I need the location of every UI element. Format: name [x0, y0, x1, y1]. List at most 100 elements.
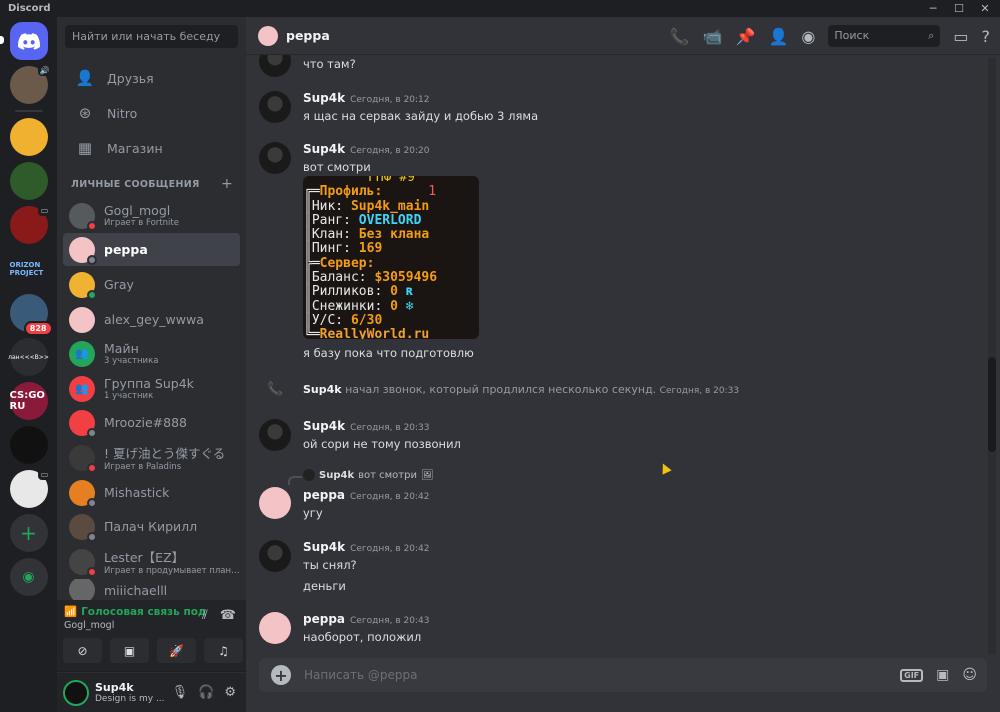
nav-nitro[interactable]: ⊛ Nitro — [65, 97, 239, 129]
inbox-icon[interactable]: ▭ — [953, 27, 968, 46]
avatar[interactable] — [259, 142, 291, 174]
game-line: Снежинки: — [311, 298, 391, 314]
help-icon[interactable]: ? — [982, 27, 991, 46]
microphone-icon[interactable]: 🎙 — [172, 685, 189, 700]
home-button[interactable] — [0, 22, 48, 60]
server-icon-10[interactable]: ▭ — [9, 468, 52, 508]
chat-scrollbar[interactable] — [988, 57, 996, 655]
avatar — [69, 444, 97, 473]
video-call-icon[interactable]: 📹 — [703, 27, 723, 46]
settings-gear-icon[interactable]: ⚙ — [224, 685, 236, 700]
find-conversation-button[interactable]: Найти или начать беседу — [65, 25, 238, 48]
dm-item-active[interactable]: peppa — [63, 233, 240, 266]
chat-avatar — [258, 25, 278, 46]
server-icon-3[interactable] — [9, 162, 48, 200]
disconnect-icon[interactable]: ☎ — [220, 608, 236, 623]
server-icon-6[interactable]: 828 — [9, 294, 53, 336]
create-dm-icon[interactable]: + — [221, 177, 233, 191]
dm-item[interactable]: Mishastick — [63, 476, 240, 509]
message-timestamp: Сегодня, в 20:43 — [350, 616, 430, 626]
camera-off-button[interactable]: ⊘ — [63, 638, 102, 663]
dm-group-item[interactable]: 👥 Майн 3 участника — [63, 337, 240, 370]
scrollbar-thumb[interactable] — [988, 357, 996, 452]
message-author[interactable]: Sup4k — [303, 91, 345, 105]
dm-item[interactable]: alex_gey_wwwa — [63, 303, 240, 336]
dm-item[interactable]: Палач Кирилл — [63, 510, 240, 543]
call-timestamp: Сегодня, в 20:33 — [659, 386, 740, 396]
game-line: Пинг: — [311, 241, 359, 257]
dm-name: Группа Sup4k — [104, 376, 194, 391]
avatar — [69, 236, 97, 265]
avatar[interactable] — [259, 487, 291, 519]
avatar[interactable] — [259, 540, 291, 572]
dm-section-header: ЛИЧНЫЕ СООБЩЕНИЯ + — [71, 177, 233, 191]
gif-picker-icon[interactable]: GIF — [900, 668, 924, 682]
dm-item[interactable]: miiichaelll — [63, 579, 240, 601]
upload-plus-icon[interactable]: + — [271, 665, 291, 685]
nav-shop[interactable]: ▦ Магазин — [65, 132, 239, 164]
message-author[interactable]: Sup4k — [303, 419, 345, 433]
headphones-icon[interactable]: 🎧 — [198, 685, 214, 700]
avatar[interactable] — [259, 91, 291, 123]
server-icon-4[interactable]: ▭ — [9, 204, 52, 244]
avatar — [69, 306, 95, 333]
chat-area: peppa 📞 📹 📌 👤 ◉ Поиск ⌕ ▭ ? что там? Sup… — [246, 17, 1000, 712]
dm-group-item[interactable]: 👥 Группа Sup4k 1 участник — [63, 372, 240, 405]
add-friends-icon[interactable]: 👤 — [768, 27, 788, 46]
dm-item[interactable]: Mroozie#888 — [63, 406, 240, 439]
attached-screenshot[interactable]: ГПФ #9 ╔═Профиль: 1 ║Ник: Sup4k_main ║Ран… — [303, 176, 479, 339]
message-input[interactable]: Написать @peppa — [304, 668, 417, 682]
minimize-icon[interactable]: ─ — [926, 2, 940, 15]
maximize-icon[interactable]: ☐ — [952, 2, 966, 15]
voice-status[interactable]: 📶 Голосовая связь под — [64, 605, 206, 619]
game-value: Без клана — [358, 227, 430, 243]
search-input[interactable]: Поиск ⌕ — [828, 25, 941, 47]
status-offline — [87, 254, 97, 265]
noise-suppression-icon[interactable]: ⫽ — [202, 608, 208, 623]
status-dnd — [87, 566, 97, 577]
dm-name: peppa — [104, 242, 148, 257]
server-icon-1[interactable]: 🔊 — [9, 64, 52, 104]
game-value: OVERLORD — [358, 212, 422, 228]
add-server-button[interactable]: + — [9, 514, 48, 552]
game-value: 0 — [390, 284, 398, 300]
server-icon-9[interactable] — [9, 426, 48, 464]
dm-item[interactable]: Gray — [63, 268, 240, 301]
message-author[interactable]: peppa — [303, 488, 345, 502]
server-icon-8[interactable]: CS:GO RU — [9, 382, 48, 420]
avatar[interactable] — [259, 419, 291, 451]
avatar[interactable] — [259, 55, 291, 77]
guild-separator — [14, 110, 43, 112]
dm-item[interactable]: Gogl_mogl Играет в Fortnite — [63, 199, 240, 232]
username: Sup4k — [95, 681, 134, 694]
explore-servers-button[interactable]: ◉ — [9, 558, 48, 596]
dm-item[interactable]: ! 夏げ油とう傑すぐる Играет в Paladins — [63, 441, 240, 474]
sticker-icon[interactable]: ▣ — [936, 667, 949, 683]
message-author[interactable]: peppa — [303, 612, 345, 626]
voice-actions: ⫽ ☎ — [202, 608, 236, 623]
pinned-messages-icon[interactable]: 📌 — [736, 27, 756, 46]
voice-call-icon[interactable]: 📞 — [670, 27, 690, 46]
message-author[interactable]: Sup4k — [303, 540, 345, 554]
message-author[interactable]: Sup4k — [303, 142, 345, 156]
chat-title: peppa — [286, 28, 330, 43]
group-icon: 👥 — [69, 375, 95, 402]
group-icon: 👥 — [69, 340, 95, 367]
activity-button[interactable]: 🚀 — [157, 638, 196, 663]
close-icon[interactable]: ✕ — [978, 2, 992, 15]
dm-item[interactable]: Lester【EZ】 Играет в продумывает план ... — [63, 545, 240, 578]
server-icon-5[interactable]: ORIZON PROJECT — [9, 250, 48, 288]
dm-name: Майн — [104, 341, 139, 356]
nav-friends[interactable]: 👤 Друзья — [65, 62, 239, 94]
user-avatar[interactable] — [63, 679, 89, 706]
reply-preview[interactable]: Sup4k вот смотри 🖼 — [303, 469, 434, 481]
status-offline — [87, 531, 97, 542]
screen-share-button[interactable]: ▣ — [110, 638, 149, 663]
soundboard-button[interactable]: ♫ — [204, 638, 243, 663]
user-profile-icon[interactable]: ◉ — [801, 27, 815, 46]
avatar[interactable] — [259, 612, 291, 644]
server-icon-7[interactable]: лан<<<B>> — [8, 338, 49, 376]
emoji-icon[interactable]: ☺ — [962, 667, 977, 683]
server-icon-2[interactable] — [9, 118, 48, 156]
call-author[interactable]: Sup4k — [303, 383, 342, 396]
